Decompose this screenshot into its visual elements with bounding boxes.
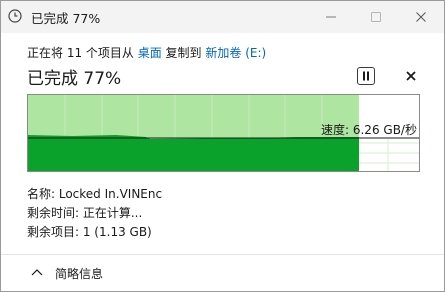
- minimize-button[interactable]: [308, 1, 354, 33]
- remaining-grid: [359, 139, 419, 171]
- close-icon: [416, 12, 426, 22]
- footer-divider: [1, 254, 444, 255]
- copy-status-prefix: 正在将 11 个项目从: [27, 46, 138, 60]
- pause-button[interactable]: [357, 67, 375, 85]
- minimize-icon: [326, 16, 336, 18]
- maximize-icon: [371, 12, 381, 22]
- window-title: 已完成 77%: [31, 11, 101, 26]
- items-remaining: 剩余项目: 1 (1.13 GB): [27, 225, 152, 239]
- close-icon: [406, 71, 416, 81]
- destination-link[interactable]: 新加卷 (E:): [205, 46, 266, 60]
- progress-title: 已完成 77%: [27, 69, 122, 89]
- pause-icon: [363, 71, 369, 81]
- cancel-button[interactable]: [403, 68, 419, 84]
- source-link[interactable]: 桌面: [138, 46, 162, 60]
- speed-area: [28, 135, 359, 171]
- title-bar[interactable]: 已完成 77%: [1, 1, 444, 33]
- copy-status-line: 正在将 11 个项目从 桌面 复制到 新加卷 (E:): [27, 44, 266, 61]
- copy-progress-dialog: 已完成 77% 正在将 11 个项目从 桌面 复制到 新加卷 (E:) 已完成 …: [0, 0, 445, 292]
- maximize-button[interactable]: [353, 1, 399, 33]
- close-button[interactable]: [398, 1, 444, 33]
- clock-icon: [8, 9, 22, 23]
- time-remaining: 剩余时间: 正在计算...: [27, 206, 143, 220]
- fewer-details-label: 简略信息: [55, 267, 104, 281]
- file-name: 名称: Locked In.VINEnc: [27, 187, 163, 201]
- chevron-up-icon: [31, 269, 43, 276]
- speed-label: 速度: 6.26 GB/秒: [321, 123, 417, 137]
- copy-status-middle: 复制到: [161, 46, 206, 60]
